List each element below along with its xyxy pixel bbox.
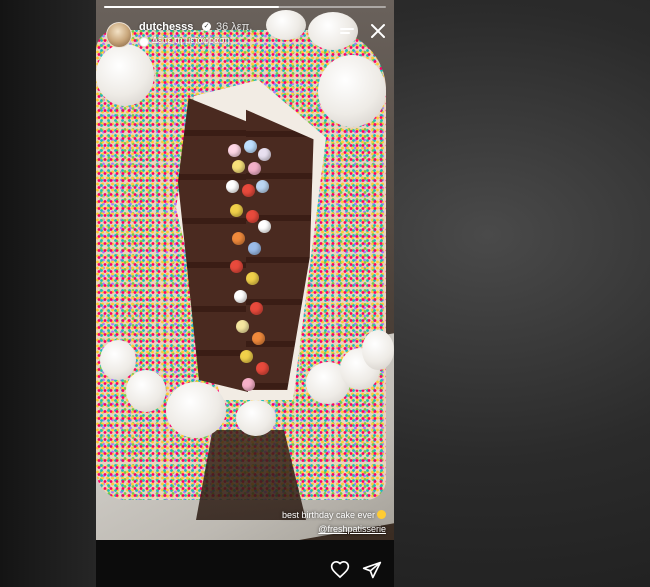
left-background (0, 0, 96, 587)
meringue (362, 330, 394, 370)
story-header: dutchesss_ ✓ 36 λεπ. Δείτε τη μετάφραση (96, 16, 394, 56)
candy (228, 144, 241, 157)
candy (252, 332, 265, 345)
candy (232, 232, 245, 245)
username[interactable]: dutchesss_ (139, 21, 200, 33)
heart-icon[interactable] (330, 560, 350, 580)
candy (256, 180, 269, 193)
candy (248, 162, 261, 175)
candy (240, 350, 253, 363)
candy (234, 290, 247, 303)
story-photo (96, 0, 394, 540)
candy (242, 184, 255, 197)
caption-mention[interactable]: @freshpatisserie (318, 524, 386, 534)
story-progress-fill (104, 6, 279, 8)
candy (248, 242, 261, 255)
story-viewer[interactable]: dutchesss_ ✓ 36 λεπ. Δείτε τη μετάφραση … (96, 0, 394, 587)
candy (250, 302, 263, 315)
candy (246, 272, 259, 285)
candy (230, 260, 243, 273)
smile-emoji-icon (377, 510, 386, 519)
avatar[interactable] (106, 22, 132, 48)
candy (242, 378, 255, 391)
post-time: 36 λεπ. (216, 21, 253, 33)
candy (258, 148, 271, 161)
candy (232, 160, 245, 173)
candy (236, 320, 249, 333)
meringue (126, 370, 166, 412)
story-caption: best birthday cake ever @freshpatisserie (264, 508, 386, 536)
send-icon[interactable] (362, 560, 382, 580)
see-translation-link[interactable]: Δείτε τη μετάφραση (152, 35, 230, 45)
candy (244, 140, 257, 153)
caption-text: best birthday cake ever (281, 510, 375, 520)
story-progress-bar (104, 6, 386, 8)
candy-filling (222, 140, 274, 410)
candy (256, 362, 269, 375)
meringue (236, 400, 276, 436)
candy (226, 180, 239, 193)
meringue (166, 382, 226, 438)
candy (230, 204, 243, 217)
candy (246, 210, 259, 223)
verified-badge-icon: ✓ (202, 22, 211, 31)
meringue (318, 55, 386, 127)
candy (258, 220, 271, 233)
menu-icon[interactable] (340, 26, 354, 40)
close-icon[interactable] (369, 22, 387, 40)
meringue (100, 340, 136, 380)
globe-icon (139, 37, 149, 47)
